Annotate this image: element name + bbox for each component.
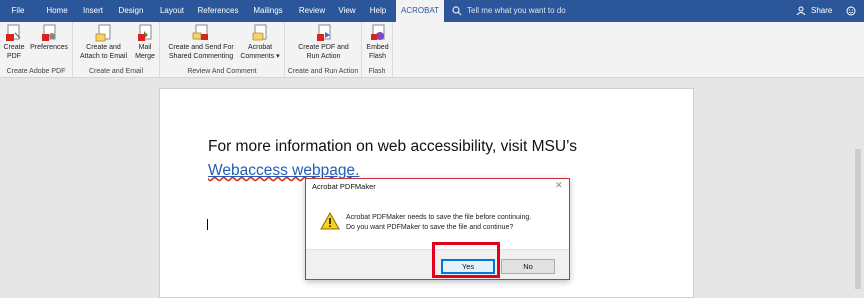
shared-commenting-icon [192,24,208,40]
group-label-review-and-comment: Review And Comment [187,68,257,75]
lightbulb-search-icon [452,6,462,16]
acrobat-comments-icon [252,24,267,41]
embed-flash-button[interactable]: Embed Flash [364,24,391,61]
group-review-and-comment: Create and Send For Shared Commenting Ac… [160,22,285,78]
create-pdf-label-1: Create [3,44,25,51]
shared-commenting-button[interactable]: Create and Send For Shared Commenting [163,24,239,61]
attach-email-label-1: Create and [86,44,121,51]
tab-review[interactable]: Review [293,0,331,22]
ribbon-tab-bar: File Home Insert Design Layout Reference… [0,0,864,22]
tab-mailings[interactable]: Mailings [246,0,290,22]
tell-me-text: Tell me what you want to do [467,6,566,15]
group-create-adobe-pdf: Create PDF Preferences Create Adobe PDF [0,22,73,78]
embed-flash-label-1: Embed [366,44,389,51]
attach-email-label-2: Attach to Email [79,53,128,60]
dialog-title: Acrobat PDFMaker [312,182,376,191]
group-create-and-run-action: Create PDF and Run Action Create and Run… [285,22,362,78]
mail-merge-label-1: Mail [138,44,152,51]
dialog-message: Acrobat PDFMaker needs to save the file … [346,213,531,233]
preferences-button[interactable]: Preferences [28,24,70,52]
group-flash: Embed Flash Flash [362,22,393,78]
warning-icon [320,212,340,230]
create-pdf-button[interactable]: Create PDF [3,24,25,61]
webaccess-link[interactable]: Webaccess webpage [208,162,355,179]
tab-file[interactable]: File [4,0,32,22]
dialog-message-line-1: Acrobat PDFMaker needs to save the file … [346,214,532,221]
tab-help[interactable]: Help [364,0,392,22]
text-cursor [207,219,208,230]
document-paragraph-line: For more information on web accessibilit… [208,138,577,155]
group-label-flash: Flash [368,68,386,75]
dialog-close-button[interactable]: ✕ [555,180,563,191]
dialog-body: Acrobat PDFMaker needs to save the file … [306,193,569,249]
attach-email-icon [95,24,110,42]
link-suffix: . [355,162,360,179]
group-label-create-and-run-action: Create and Run Action [287,68,359,75]
acrobat-comments-label-1: Acrobat [247,44,273,51]
tab-view[interactable]: View [333,0,361,22]
preferences-label: Preferences [30,44,68,51]
mail-merge-label-2: Merge [135,53,155,60]
mail-merge-button[interactable]: Mail Merge [133,24,157,61]
acrobat-comments-label-2: Comments ▾ [240,53,280,60]
no-button[interactable]: No [501,259,555,274]
run-action-icon [316,24,330,41]
embed-flash-label-2: Flash [368,53,387,60]
tab-insert[interactable]: Insert [76,0,110,22]
tab-home[interactable]: Home [40,0,74,22]
group-label-create-and-email: Create and Email [88,68,144,75]
tab-design[interactable]: Design [112,0,150,22]
tab-layout[interactable]: Layout [153,0,191,22]
create-pdf-label-2: PDF [7,53,21,60]
shared-commenting-label-1: Create and Send For [168,44,234,51]
shared-commenting-label-2: Shared Commenting [168,53,234,60]
preferences-icon [42,24,56,41]
mail-merge-icon [138,24,152,41]
create-attach-email-button[interactable]: Create and Attach to Email [76,24,131,61]
group-create-and-email: Create and Attach to Email Mail Merge Cr… [73,22,160,78]
tab-acrobat[interactable]: ACROBAT [396,0,444,22]
dialog-message-line-2: Do you want PDFMaker to save the file an… [346,224,514,231]
embed-flash-icon [370,24,384,40]
run-action-label-1: Create PDF and [298,44,349,51]
run-action-label-2: Run Action [306,53,341,60]
create-pdf-icon [6,24,21,41]
smiley-feedback-icon[interactable] [846,6,856,16]
yes-button-highlight-box [432,242,500,278]
vertical-scrollbar[interactable] [855,149,861,289]
share-person-icon [796,6,806,16]
acrobat-ribbon: Create PDF Preferences Create Adobe PDF … [0,22,864,78]
share-label: Share [811,6,833,15]
group-label-create-adobe-pdf: Create Adobe PDF [6,68,66,75]
acrobat-comments-button[interactable]: Acrobat Comments ▾ [238,24,282,61]
run-action-button[interactable]: Create PDF and Run Action [289,24,358,61]
tab-references[interactable]: References [193,0,243,22]
